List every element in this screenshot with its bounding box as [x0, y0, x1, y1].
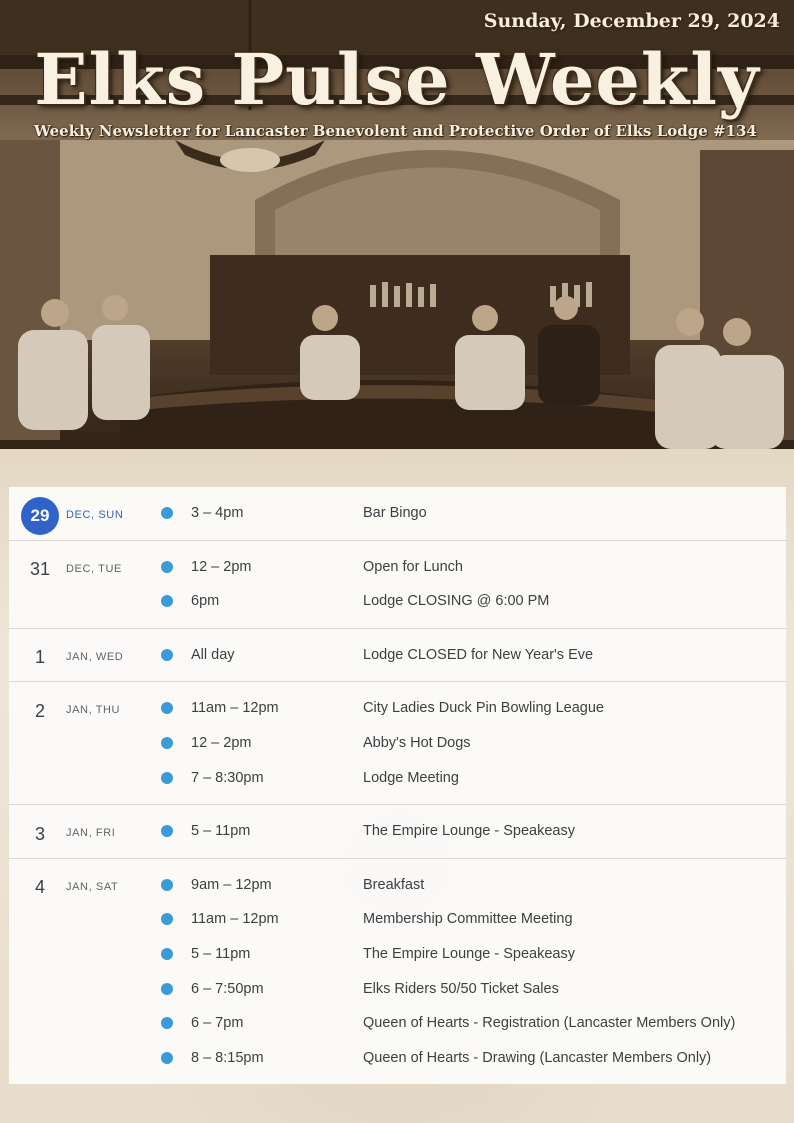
- calendar-day: 3 JAN, FRI 5 – 11pm The Empire Lounge - Spe…: [9, 805, 786, 859]
- event-row[interactable]: 3 – 4pm Bar Bingo: [9, 496, 786, 531]
- event-row[interactable]: 6 – 7pm Queen of Hearts - Registration (L…: [9, 1006, 786, 1041]
- event-time: 6 – 7pm: [191, 1015, 244, 1032]
- event-dot-icon: [161, 507, 173, 519]
- calendar-day: 31 DEC, TUE 12 – 2pm Open for Lunch 6pm Lodge…: [9, 541, 786, 629]
- event-row[interactable]: 8 – 8:15pm Queen of Hearts - Drawing (Lan…: [9, 1041, 786, 1076]
- event-title: Abby's Hot Dogs: [363, 734, 471, 751]
- event-title: City Ladies Duck Pin Bowling League: [363, 700, 604, 717]
- event-dot-icon: [161, 771, 173, 784]
- event-time: 6 – 7:50pm: [191, 980, 264, 997]
- event-dot-icon: [161, 1017, 173, 1030]
- event-title: Queen of Hearts - Registration (Lancaste…: [363, 1015, 736, 1032]
- event-dot-icon: [161, 595, 173, 608]
- event-title: Bar Bingo: [363, 505, 427, 521]
- event-title: Lodge Meeting: [363, 769, 459, 786]
- calendar-day: 4 JAN, SAT 9am – 12pm Breakfast 11am – 12pm M…: [9, 859, 786, 1085]
- issue-date: Sunday, December 29, 2024: [483, 10, 780, 32]
- newsletter-subtitle: Weekly Newsletter for Lancaster Benevole…: [34, 122, 757, 140]
- event-calendar: 29 DEC, SUN 3 – 4pm Bar Bingo 31 DEC, TUE 12 –…: [9, 487, 786, 1085]
- newsletter-title: Elks Pulse Weekly: [34, 38, 760, 121]
- event-title: Queen of Hearts - Drawing (Lancaster Mem…: [363, 1049, 712, 1066]
- event-time: 7 – 8:30pm: [191, 769, 264, 786]
- event-dot-icon: [161, 736, 173, 749]
- event-row[interactable]: 9am – 12pm Breakfast: [9, 868, 786, 903]
- event-time: 8 – 8:15pm: [191, 1049, 264, 1066]
- event-row[interactable]: 5 – 11pm The Empire Lounge - Speakeasy: [9, 937, 786, 972]
- event-time: 9am – 12pm: [191, 876, 272, 893]
- calendar-day: 2 JAN, THU 11am – 12pm City Ladies Duck Pin…: [9, 682, 786, 806]
- event-dot-icon: [161, 560, 173, 573]
- event-title: The Empire Lounge - Speakeasy: [363, 823, 575, 840]
- event-time: 11am – 12pm: [191, 700, 279, 717]
- event-row[interactable]: All day Lodge CLOSED for New Year's Eve: [9, 638, 786, 673]
- event-dot-icon: [161, 702, 173, 715]
- event-time: 6pm: [191, 593, 220, 610]
- event-dot-icon: [161, 913, 173, 926]
- hero-photo: Sunday, December 29, 2024 Elks Pulse Wee…: [0, 0, 794, 449]
- event-dot-icon: [161, 878, 173, 891]
- event-title: Membership Committee Meeting: [363, 911, 573, 928]
- event-time: 12 – 2pm: [191, 558, 252, 575]
- event-row[interactable]: 12 – 2pm Open for Lunch: [9, 550, 786, 585]
- event-time: 12 – 2pm: [191, 734, 252, 751]
- event-title: Open for Lunch: [363, 558, 463, 575]
- event-dot-icon: [161, 825, 173, 838]
- event-time: 11am – 12pm: [191, 911, 279, 928]
- event-row[interactable]: 12 – 2pm Abby's Hot Dogs: [9, 726, 786, 761]
- calendar-day: 1 JAN, WED All day Lodge CLOSED for New Yea…: [9, 629, 786, 683]
- event-title: The Empire Lounge - Speakeasy: [363, 945, 575, 962]
- event-row[interactable]: 7 – 8:30pm Lodge Meeting: [9, 761, 786, 796]
- event-time: 5 – 11pm: [191, 823, 251, 840]
- event-title: Lodge CLOSING @ 6:00 PM: [363, 593, 550, 610]
- calendar-day: 29 DEC, SUN 3 – 4pm Bar Bingo: [9, 487, 786, 541]
- event-dot-icon: [161, 1051, 173, 1064]
- event-row[interactable]: 5 – 11pm The Empire Lounge - Speakeasy: [9, 814, 786, 849]
- event-dot-icon: [161, 648, 173, 661]
- event-time: All day: [191, 646, 235, 663]
- event-time: 5 – 11pm: [191, 945, 251, 962]
- event-time: 3 – 4pm: [191, 505, 244, 521]
- event-title: Elks Riders 50/50 Ticket Sales: [363, 980, 559, 997]
- event-title: Lodge CLOSED for New Year's Eve: [363, 646, 594, 663]
- event-row[interactable]: 11am – 12pm City Ladies Duck Pin Bowling …: [9, 691, 786, 726]
- event-title: Breakfast: [363, 876, 425, 893]
- event-row[interactable]: 6 – 7:50pm Elks Riders 50/50 Ticket Sales: [9, 972, 786, 1007]
- event-row[interactable]: 11am – 12pm Membership Committee Meeting: [9, 902, 786, 937]
- event-row[interactable]: 6pm Lodge CLOSING @ 6:00 PM: [9, 584, 786, 619]
- event-dot-icon: [161, 947, 173, 960]
- event-dot-icon: [161, 982, 173, 995]
